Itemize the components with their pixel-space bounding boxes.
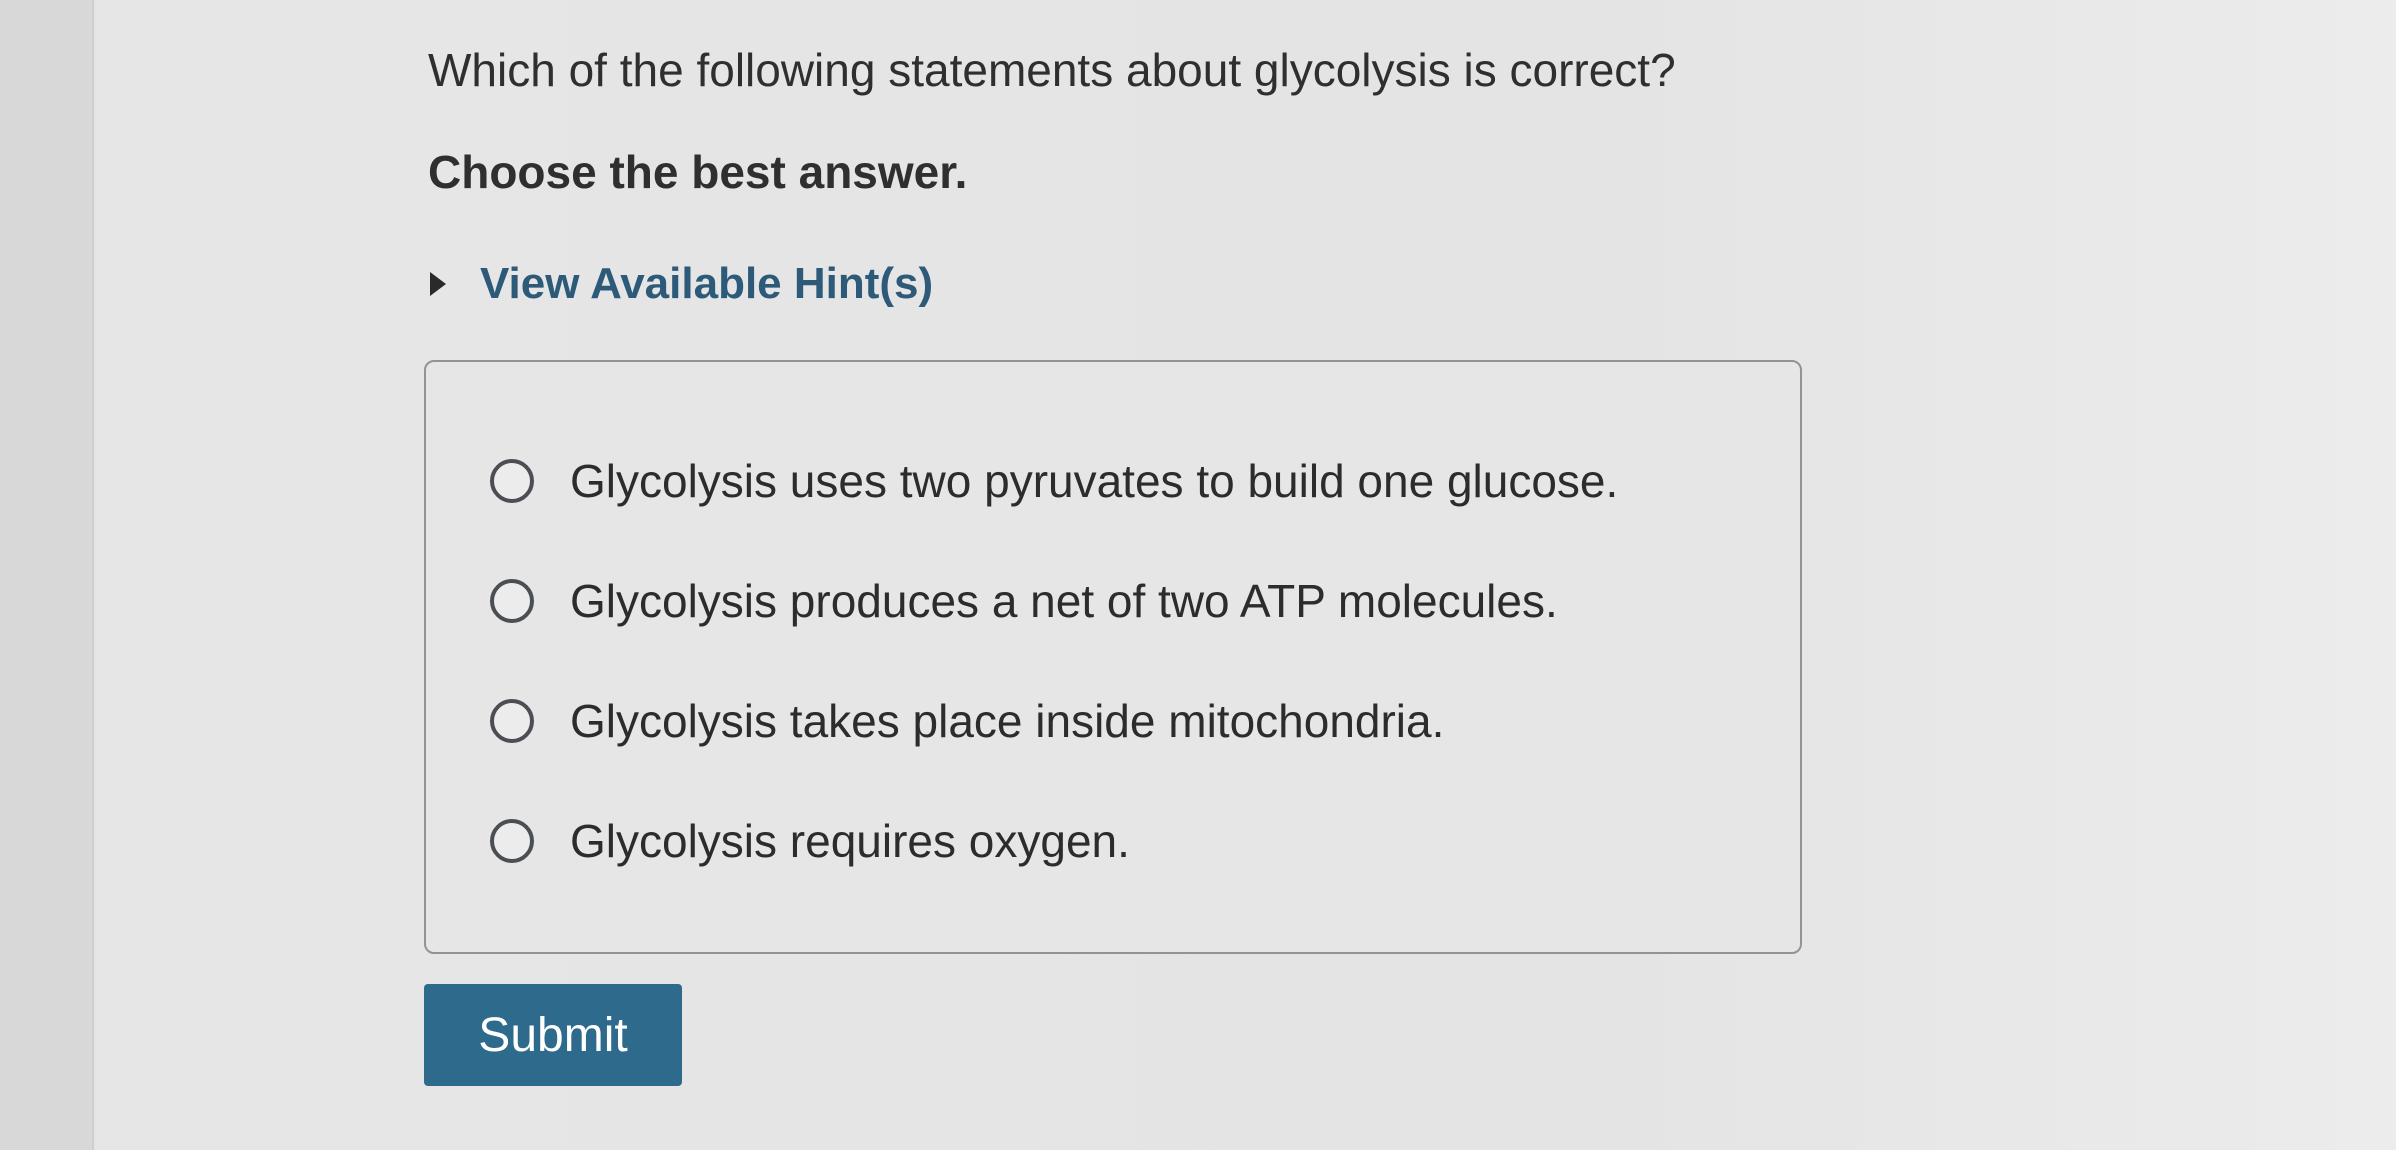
answer-choice[interactable]: Glycolysis produces a net of two ATP mol… xyxy=(490,566,1558,636)
submit-button[interactable]: Submit xyxy=(424,984,682,1086)
radio-button-icon[interactable] xyxy=(490,819,534,863)
radio-button-icon[interactable] xyxy=(490,459,534,503)
answer-choices-group: Glycolysis uses two pyruvates to build o… xyxy=(424,360,1802,954)
answer-choice-label: Glycolysis requires oxygen. xyxy=(570,815,1130,867)
view-hints-toggle[interactable]: View Available Hint(s) xyxy=(430,254,933,314)
question-text: Which of the following statements about … xyxy=(428,44,1676,96)
instruction-text: Choose the best answer. xyxy=(428,146,968,198)
left-margin-strip xyxy=(0,0,94,1150)
radio-button-icon[interactable] xyxy=(490,699,534,743)
answer-choice-label: Glycolysis produces a net of two ATP mol… xyxy=(570,575,1558,627)
caret-right-icon xyxy=(430,272,446,296)
view-hints-label: View Available Hint(s) xyxy=(480,259,934,308)
answer-choice-label: Glycolysis takes place inside mitochondr… xyxy=(570,695,1445,747)
answer-choice-label: Glycolysis uses two pyruvates to build o… xyxy=(570,455,1619,507)
answer-choice[interactable]: Glycolysis takes place inside mitochondr… xyxy=(490,686,1444,756)
radio-button-icon[interactable] xyxy=(490,579,534,623)
answer-choice[interactable]: Glycolysis uses two pyruvates to build o… xyxy=(490,446,1618,516)
answer-choice[interactable]: Glycolysis requires oxygen. xyxy=(490,806,1130,876)
